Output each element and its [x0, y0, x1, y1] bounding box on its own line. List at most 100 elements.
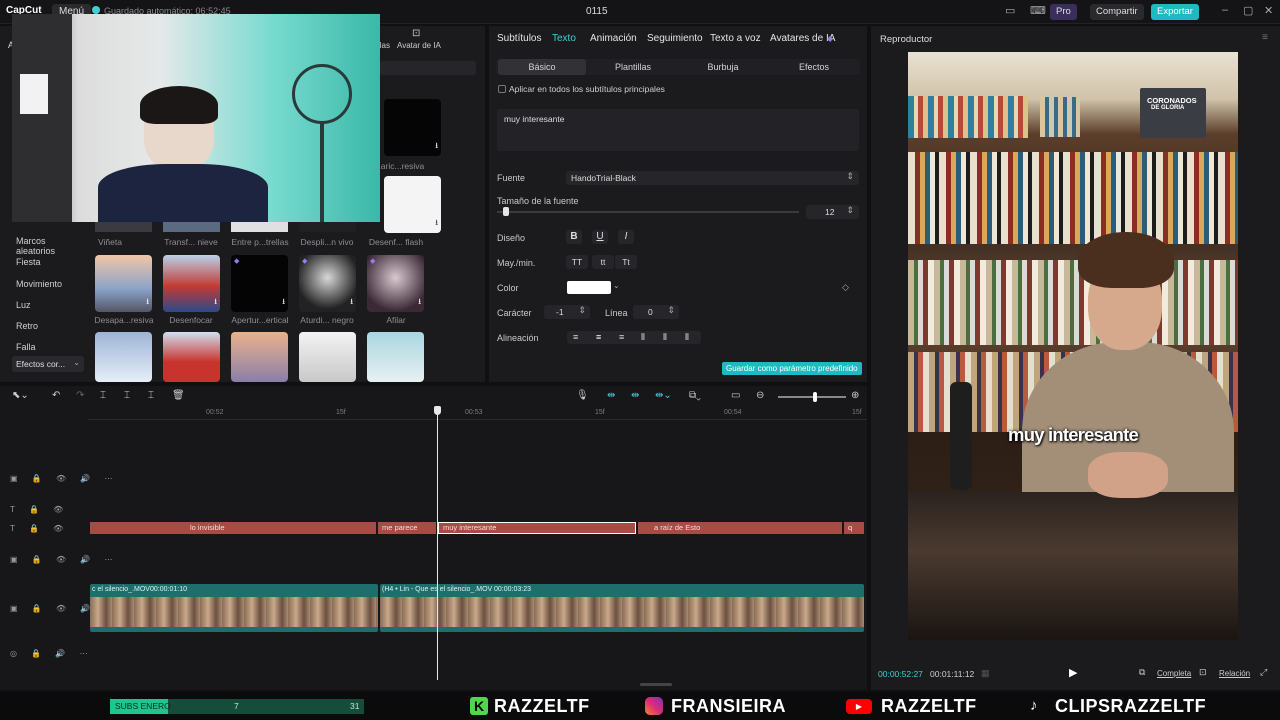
search-input[interactable]	[380, 61, 476, 75]
video-clip[interactable]: c el silencio_.MOV 00:00:01:10	[90, 584, 378, 632]
align-top-icon[interactable]: ⦀	[641, 332, 645, 343]
size-slider-track[interactable]	[497, 211, 799, 213]
category-item[interactable]: Movimiento	[16, 279, 62, 289]
effect-thumb[interactable]	[299, 332, 356, 382]
subtab-templates[interactable]: Plantillas	[589, 59, 677, 75]
tab-tracking[interactable]: Seguimiento	[647, 33, 703, 44]
track-controls[interactable]: T 🔒 👁	[10, 524, 69, 533]
complete-button[interactable]: Completa	[1157, 669, 1191, 678]
category-item[interactable]: Luz	[16, 300, 31, 310]
link-icon[interactable]: ⇹	[631, 390, 639, 401]
text-clip-selected[interactable]: muy interesante	[438, 522, 636, 534]
zoom-slider-handle[interactable]	[813, 392, 817, 402]
tab-text[interactable]: Texto	[552, 33, 576, 44]
keyframe-icon[interactable]: ◇	[842, 282, 849, 293]
effect-thumb[interactable]	[231, 222, 288, 232]
trim-right-icon[interactable]: ⌶	[148, 390, 154, 401]
pro-button[interactable]: Pro	[1050, 4, 1077, 20]
save-preset-button[interactable]: Guardar como parámetro predefinido	[722, 362, 862, 375]
effect-thumb[interactable]	[231, 332, 288, 382]
timeline-scrollbar[interactable]	[640, 683, 672, 686]
track-controls[interactable]: T 🔒 👁	[10, 505, 69, 514]
underline-button[interactable]: U	[592, 230, 608, 244]
fullscreen-icon[interactable]: ⤢	[1260, 667, 1267, 678]
crop-icon[interactable]: ⧉	[1139, 667, 1145, 678]
effect-thumb[interactable]: ⭳	[163, 255, 220, 312]
close-icon[interactable]: ✕	[1264, 4, 1273, 17]
layout-icon[interactable]: ▭	[1005, 4, 1015, 17]
tab-ai-avatars[interactable]: Avatares de IA	[770, 33, 835, 44]
italic-button[interactable]: I	[618, 230, 634, 244]
minimize-icon[interactable]: –	[1222, 4, 1228, 16]
font-select[interactable]: HandoTrial-Black ⇕	[566, 171, 859, 185]
download-icon[interactable]: ⭳	[418, 296, 421, 310]
titlecase-button[interactable]: Tt	[615, 255, 637, 269]
effect-thumb[interactable]	[95, 332, 152, 382]
caption-icon[interactable]: ⧉⌄	[689, 390, 701, 401]
play-button[interactable]: ▶	[1069, 666, 1077, 679]
text-clip[interactable]: lo invisible	[90, 522, 376, 534]
effect-thumb[interactable]: ◆ ⭳	[299, 255, 356, 312]
zoom-out-icon[interactable]: ⊖	[756, 390, 764, 401]
align-left-icon[interactable]: ≡	[573, 332, 578, 342]
download-icon[interactable]: ⭳	[282, 296, 285, 310]
align-right-icon[interactable]: ≡	[619, 332, 624, 342]
color-swatch[interactable]	[567, 281, 611, 294]
track-controls[interactable]: ▣ 🔒 👁 🔊 ⋯	[10, 555, 119, 564]
select-tool-icon[interactable]: ⬉⌄	[12, 390, 29, 401]
download-icon[interactable]: ⭳	[350, 296, 353, 310]
grid-icon[interactable]: ▦	[981, 668, 990, 679]
effect-thumb[interactable]	[95, 222, 152, 232]
share-button[interactable]: Compartir	[1090, 4, 1144, 20]
maximize-icon[interactable]: ▢	[1243, 4, 1253, 17]
effect-thumb[interactable]: ◆ ⭳	[367, 255, 424, 312]
playhead[interactable]	[437, 408, 438, 680]
trim-left-icon[interactable]: ⌶	[124, 390, 130, 401]
lowercase-button[interactable]: tt	[592, 255, 614, 269]
tab-animation[interactable]: Animación	[590, 33, 637, 44]
video-preview[interactable]: CORONADOS DE GLORIA muy interesante	[908, 52, 1238, 640]
align-center-icon[interactable]: ≡	[596, 332, 601, 342]
category-item-active[interactable]: Efectos cor... ⌄	[12, 356, 84, 372]
chevron-down-icon[interactable]: ⌄	[613, 281, 620, 290]
effect-thumb[interactable]	[163, 222, 220, 232]
subtab-effects[interactable]: Efectos	[770, 59, 858, 75]
preview-axis-icon[interactable]: ⇹⌄	[655, 390, 672, 401]
tab-subtitles[interactable]: Subtítulos	[497, 33, 541, 44]
text-clip[interactable]: me parece	[378, 522, 436, 534]
split-icon[interactable]: ⌶	[100, 390, 106, 401]
effect-thumb[interactable]: ◆ ⭳	[231, 255, 288, 312]
bold-button[interactable]: B	[566, 230, 582, 244]
video-clip[interactable]: (H4 • Lin - Que es el silencio_.MOV 00:0…	[380, 584, 864, 632]
category-item[interactable]: Fiesta	[16, 257, 41, 267]
char-spacing-stepper[interactable]: -1 ⇕	[544, 305, 590, 319]
playhead-handle[interactable]	[434, 406, 441, 415]
line-spacing-stepper[interactable]: 0 ⇕	[633, 305, 679, 319]
download-icon[interactable]: ⭳	[146, 296, 149, 310]
microphone-icon[interactable]: 🎙	[576, 390, 589, 401]
download-icon[interactable]: ⭳	[214, 296, 217, 310]
shortcuts-icon[interactable]: ⌨	[1030, 4, 1046, 17]
screen-icon[interactable]: ▭	[731, 390, 740, 401]
zoom-in-icon[interactable]: ⊕	[851, 390, 859, 401]
tab-ai-avatar[interactable]: Avatar de IA	[397, 41, 441, 50]
download-icon[interactable]: ⭳	[435, 217, 438, 231]
undo-icon[interactable]: ↶	[52, 390, 60, 401]
zoom-slider-track[interactable]	[778, 396, 846, 398]
effect-thumb[interactable]: ⭳	[95, 255, 152, 312]
export-button[interactable]: Exportar	[1151, 4, 1199, 20]
effect-thumb[interactable]: ⭳	[384, 99, 441, 156]
ratio-button[interactable]: Relación	[1219, 669, 1250, 678]
track-controls[interactable]: ▣ 🔒 👁 🔊 ⋯	[10, 474, 119, 483]
text-input[interactable]: muy interesante	[497, 109, 859, 151]
apply-all-checkbox[interactable]	[498, 85, 506, 93]
size-stepper[interactable]: 12 ⇕	[806, 205, 859, 219]
effect-thumb[interactable]	[367, 332, 424, 382]
subtab-bubble[interactable]: Burbuja	[679, 59, 767, 75]
uppercase-button[interactable]: TT	[566, 255, 588, 269]
align-middle-icon[interactable]: ⦀	[663, 332, 667, 343]
effect-thumb[interactable]	[299, 222, 356, 232]
download-icon[interactable]: ⭳	[435, 140, 438, 154]
category-item[interactable]: Falla	[16, 342, 36, 352]
category-item[interactable]: Marcos aleatorios	[16, 236, 84, 256]
